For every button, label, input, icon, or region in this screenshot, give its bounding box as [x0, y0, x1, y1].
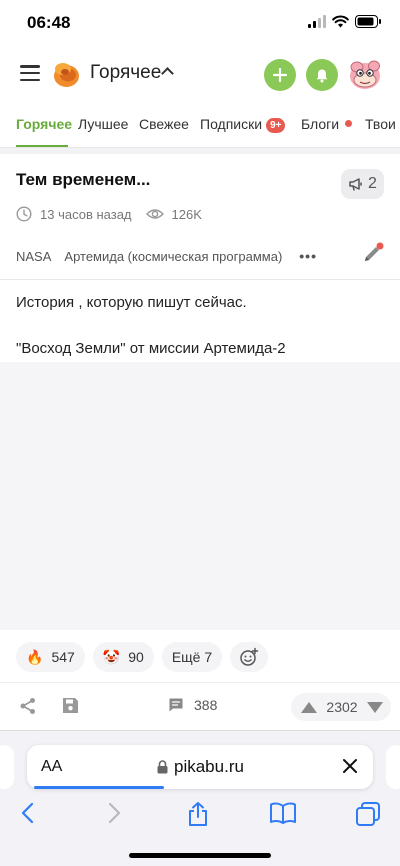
forward-icon[interactable] — [106, 801, 122, 825]
previous-tab-peek[interactable] — [0, 745, 14, 789]
community-badge-count: 2 — [368, 175, 377, 192]
add-reaction-button[interactable] — [230, 642, 269, 672]
reaction-count: 90 — [128, 649, 144, 665]
tab-hot[interactable]: Горячее — [16, 116, 72, 132]
next-tab-peek[interactable] — [386, 745, 400, 789]
header-title[interactable]: Горячее — [90, 62, 161, 84]
tabs-icon[interactable] — [355, 801, 381, 827]
save-icon[interactable] — [62, 697, 79, 714]
battery-icon — [355, 14, 381, 28]
post-views: 126K — [171, 206, 202, 222]
cellular-signal-icon — [308, 14, 326, 28]
reaction-count: 547 — [51, 649, 75, 665]
address-bar[interactable]: AA pikabu.ru — [27, 745, 373, 789]
post-actions: 388 2302 — [0, 682, 400, 730]
active-tab-indicator — [16, 145, 68, 147]
comments-count: 388 — [194, 697, 218, 713]
close-icon[interactable] — [341, 757, 359, 775]
eye-icon — [145, 209, 164, 219]
chevron-up-icon[interactable] — [161, 67, 174, 80]
plus-icon — [273, 68, 287, 82]
tag[interactable]: NASA — [16, 249, 51, 264]
lock-icon — [157, 760, 168, 774]
fire-icon: 🔥 — [26, 648, 44, 665]
more-tags-icon[interactable]: ••• — [299, 248, 317, 264]
pikabu-logo[interactable] — [53, 60, 80, 88]
bell-icon — [316, 69, 328, 82]
post-meta: 13 часов назад 126K — [16, 206, 202, 222]
community-badge[interactable]: 2 — [341, 169, 384, 199]
rating-control: 2302 — [291, 693, 391, 721]
reaction-fire-button[interactable]: 🔥 547 — [16, 642, 85, 672]
clock-icon — [16, 206, 32, 222]
post-tags: NASA Артемида (космическая программа) ••… — [16, 248, 317, 264]
reader-settings-button[interactable]: AA — [41, 758, 62, 776]
status-bar: 06:48 — [0, 0, 400, 48]
url-text: pikabu.ru — [174, 757, 244, 776]
home-indicator — [129, 853, 271, 858]
menu-icon[interactable] — [20, 65, 40, 81]
add-post-button[interactable] — [264, 59, 296, 91]
tab-best[interactable]: Лучшее — [78, 116, 128, 132]
pencil-icon[interactable] — [362, 242, 384, 264]
post-text: История , которую пишут сейчас. — [16, 294, 247, 311]
status-time: 06:48 — [27, 13, 71, 32]
comment-icon — [169, 698, 183, 712]
url-display[interactable]: pikabu.ru — [157, 757, 244, 777]
tab-blogs-label: Блоги — [301, 116, 340, 132]
share-sheet-icon[interactable] — [186, 801, 210, 827]
reaction-clown-button[interactable]: 🤡 90 — [92, 642, 154, 672]
divider — [0, 279, 400, 280]
tab-subscriptions-label: Подписки — [200, 116, 263, 132]
avatar[interactable] — [348, 57, 382, 91]
post-body: История , которую пишут сейчас. "Восход … — [16, 292, 286, 360]
upvote-icon[interactable] — [301, 701, 317, 713]
blogs-new-dot — [345, 120, 353, 127]
post-card: Тем временем... 2 13 часов назад 126K NA… — [0, 148, 400, 730]
back-icon[interactable] — [20, 801, 36, 825]
tab-fresh[interactable]: Свежее — [139, 116, 189, 132]
notifications-button[interactable] — [306, 59, 338, 91]
page-load-progress — [34, 786, 164, 789]
rating-value: 2302 — [326, 699, 358, 715]
post-title[interactable]: Тем временем... — [16, 170, 150, 190]
tag[interactable]: Артемида (космическая программа) — [64, 249, 282, 264]
megaphone-icon — [349, 178, 362, 191]
browser-chrome: AA pikabu.ru — [0, 730, 400, 866]
clown-icon: 🤡 — [102, 648, 121, 665]
feed-tabs: Горячее Лучшее Свежее Подписки 9+ Блоги Т… — [0, 100, 400, 148]
subscriptions-badge: 9+ — [266, 118, 286, 133]
downvote-icon[interactable] — [367, 701, 383, 713]
add-emoji-icon — [240, 647, 259, 666]
tab-subscriptions[interactable]: Подписки 9+ — [200, 116, 286, 133]
bookmarks-icon[interactable] — [269, 801, 297, 825]
post-text: "Восход Земли" от миссии Артемида-2 — [16, 340, 286, 357]
reactions-bar: 🔥 547 🤡 90 Ещё 7 — [16, 642, 269, 672]
more-reactions-button[interactable]: Ещё 7 — [161, 642, 223, 672]
wifi-icon — [332, 15, 349, 27]
comments-button[interactable]: 388 — [168, 697, 217, 713]
post-time: 13 часов назад — [40, 206, 132, 222]
status-icons — [308, 14, 382, 28]
share-icon[interactable] — [19, 697, 37, 715]
browser-toolbar — [0, 801, 400, 841]
post-image-placeholder[interactable] — [0, 362, 400, 630]
tab-blogs[interactable]: Блоги — [301, 116, 353, 132]
app-header: Горячее — [0, 48, 400, 100]
tab-yours[interactable]: Твои — [365, 116, 396, 132]
